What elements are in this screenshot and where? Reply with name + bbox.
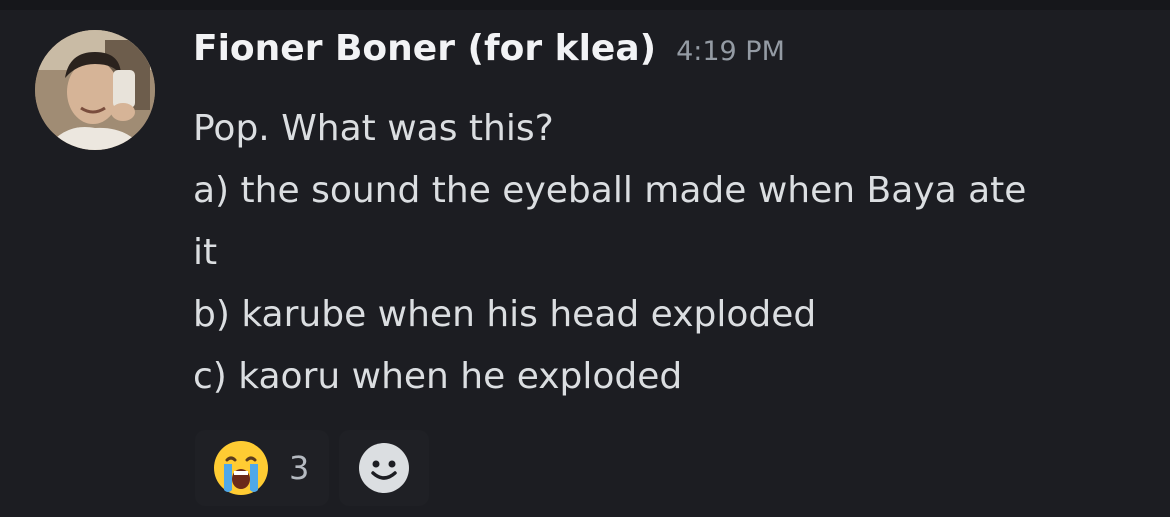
timestamp: 4:19 PM [676,36,785,67]
avatar-photo [35,30,155,150]
message-line: b) karube when his head exploded [193,294,817,335]
avatar[interactable] [35,30,155,150]
chat-area: Fioner Boner (for klea) 4:19 PM Pop. What… [0,10,1170,517]
message-line: c) kaoru when he exploded [193,356,683,397]
message-header: Fioner Boner (for klea) 4:19 PM [193,28,785,69]
message-line: it [193,232,218,273]
top-bar [0,0,1170,10]
username[interactable]: Fioner Boner (for klea) [193,28,656,69]
reaction-count: 3 [289,449,310,487]
add-reaction-button[interactable] [339,430,429,506]
message-line: Pop. What was this? [193,108,554,149]
reactions-bar: 3 [195,430,429,506]
message-content: Pop. What was this? a) the sound the eye… [193,98,1133,408]
loudly-crying-face-icon [214,441,268,495]
add-reaction-smiley-icon [359,443,409,493]
message-line: a) the sound the eyeball made when Baya … [193,170,1027,211]
reaction-crying-face[interactable]: 3 [195,430,329,506]
